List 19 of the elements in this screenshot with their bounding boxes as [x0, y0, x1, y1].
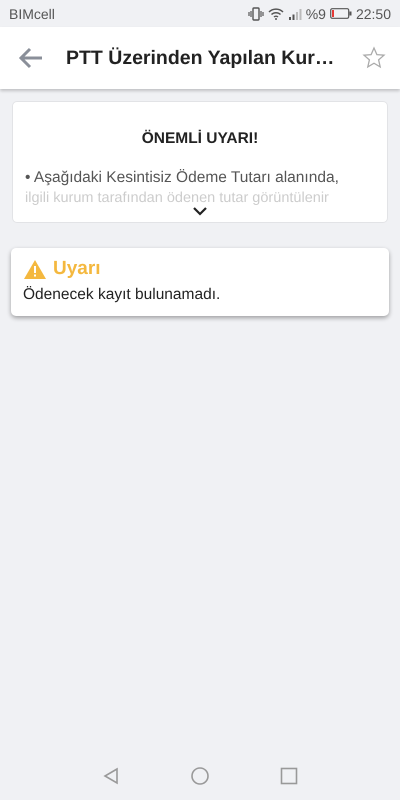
wifi-icon — [268, 7, 284, 20]
notice-text: • Aşağıdaki Kesintisiz Ödeme Tutarı alanında, — [25, 168, 340, 188]
recents-icon[interactable] — [279, 766, 299, 786]
clock-time: 22:50 — [356, 6, 391, 22]
back-icon[interactable] — [101, 766, 121, 786]
home-icon[interactable] — [190, 766, 210, 786]
star-icon[interactable] — [362, 46, 386, 70]
page-title: PTT Üzerinden Yapılan Kur… — [66, 46, 336, 70]
back-arrow-icon[interactable] — [18, 47, 44, 69]
warning-icon — [23, 258, 47, 280]
vibrate-icon — [248, 6, 264, 20]
battery-icon — [330, 8, 352, 19]
notice-title: ÖNEMLİ UYARI! — [142, 130, 258, 148]
chevron-icon[interactable] — [192, 206, 208, 216]
signal-icon — [288, 8, 302, 20]
battery-percent: %9 — [306, 6, 326, 22]
carrier-name: BIMcell — [9, 6, 55, 22]
alert-message: Ödenecek kayıt bulunamadı. — [23, 286, 222, 304]
alert-title: Uyarı — [53, 258, 101, 280]
